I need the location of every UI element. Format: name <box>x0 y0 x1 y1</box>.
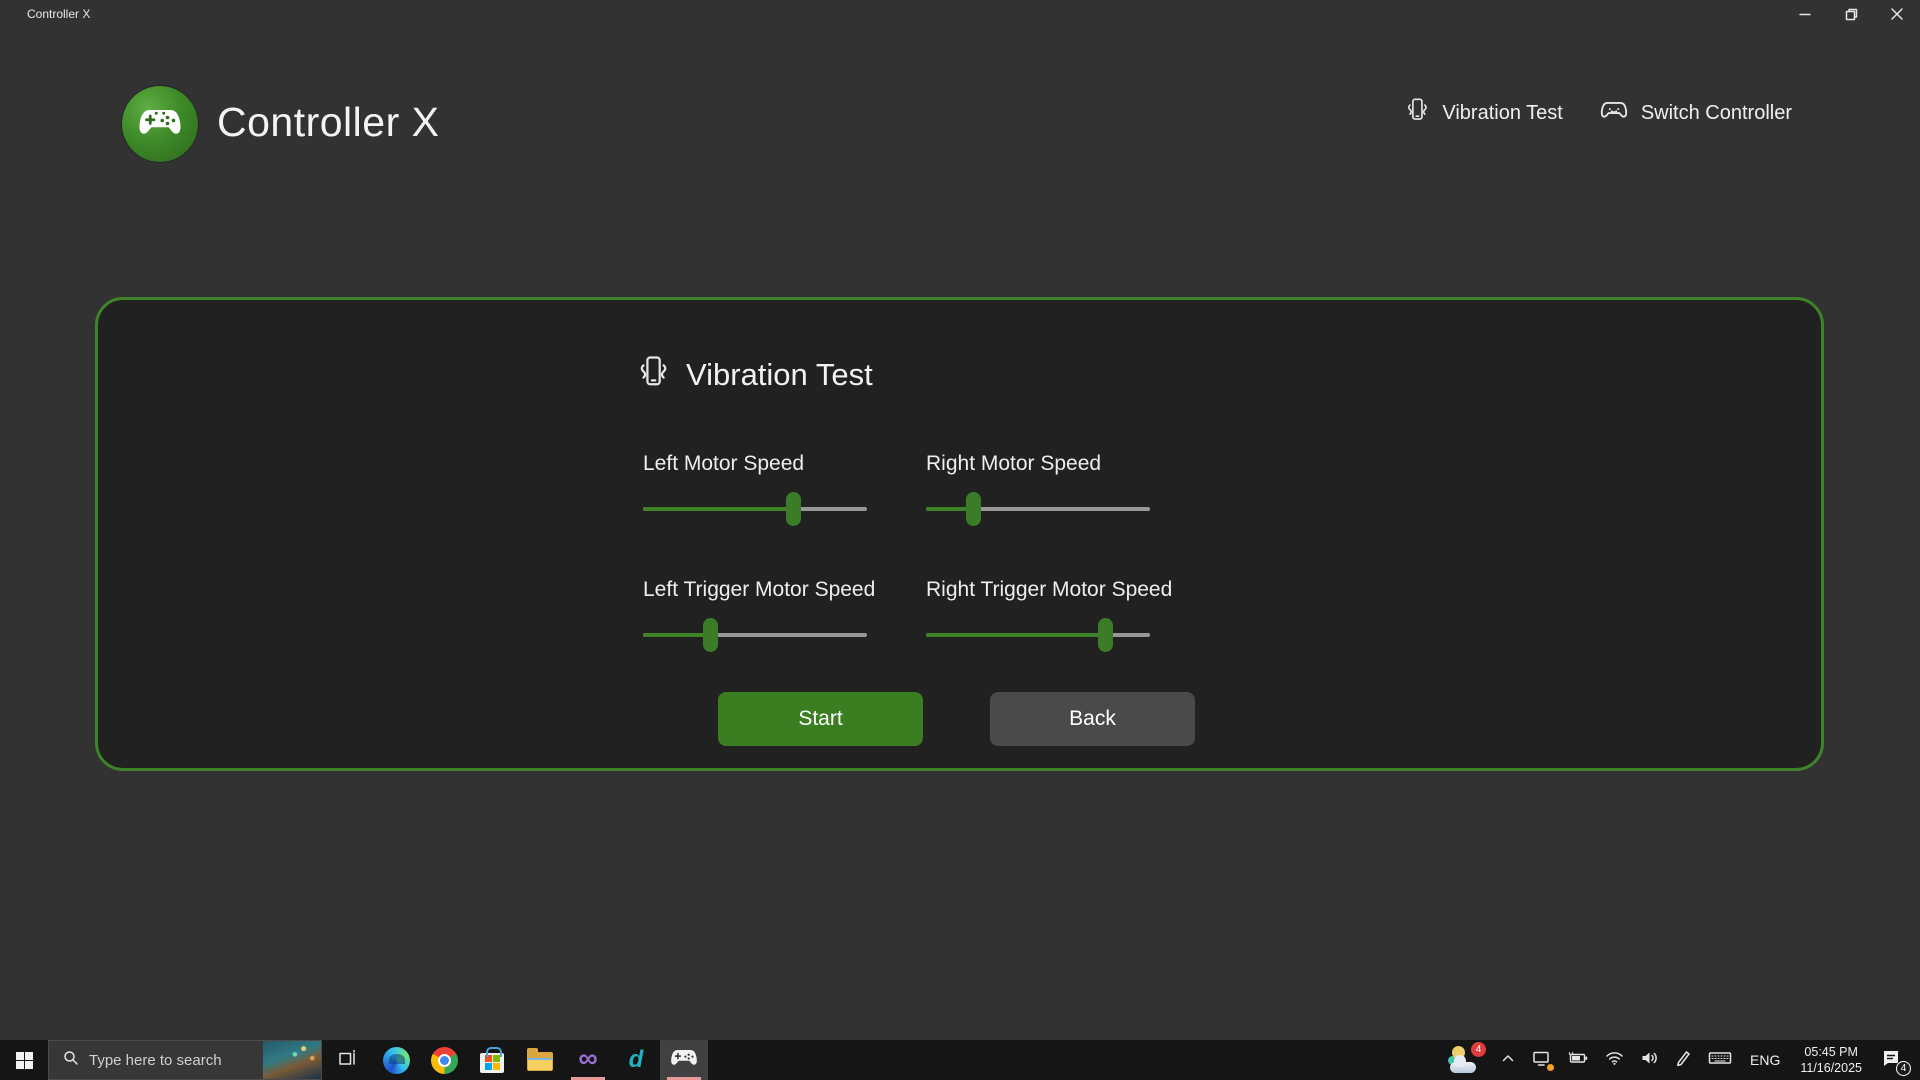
taskbar-app-edge[interactable] <box>372 1040 420 1080</box>
left-motor-speed-label: Left Motor Speed <box>643 452 943 476</box>
start-menu-button[interactable] <box>0 1040 48 1080</box>
app-window: Controller X Controller X <box>0 0 1920 1080</box>
pen-icon <box>1675 1049 1692 1071</box>
panel-heading: Vibration Test <box>636 353 873 396</box>
battery-charging-icon <box>1567 1050 1589 1071</box>
nav-label: Switch Controller <box>1641 102 1792 125</box>
phone-vibrate-icon <box>636 353 670 396</box>
tray-time: 05:45 PM <box>1800 1044 1862 1060</box>
right-trigger-motor-speed-label: Right Trigger Motor Speed <box>926 578 1226 602</box>
right-motor-speed-slider[interactable] <box>926 491 1150 527</box>
microsoft-store-icon <box>480 1053 504 1073</box>
system-tray: 4 <box>1442 1040 1920 1080</box>
close-icon <box>1891 8 1903 20</box>
start-button[interactable]: Start <box>718 692 923 746</box>
app-logo <box>122 86 198 162</box>
chrome-icon <box>431 1047 458 1074</box>
wifi-icon <box>1605 1050 1624 1071</box>
touch-keyboard-tray-button[interactable] <box>1700 1049 1740 1071</box>
vibration-test-panel: Vibration Test Left Motor Speed Right Mo… <box>95 297 1824 771</box>
keyboard-icon <box>1708 1049 1732 1071</box>
slider-thumb[interactable] <box>786 492 801 526</box>
show-hidden-icons-button[interactable] <box>1492 1051 1524 1070</box>
wifi-tray-button[interactable] <box>1597 1050 1632 1071</box>
speaker-icon <box>1640 1050 1659 1071</box>
taskbar-app-controller-x[interactable] <box>660 1040 708 1080</box>
nav-switch-controller[interactable]: Switch Controller <box>1599 100 1792 126</box>
slider-thumb[interactable] <box>703 618 718 652</box>
left-trigger-motor-speed-slider[interactable] <box>643 617 867 653</box>
weather-tray-button[interactable]: 4 <box>1442 1045 1492 1075</box>
page-title: Controller X <box>217 99 439 146</box>
action-center-button[interactable]: 4 <box>1872 1047 1914 1073</box>
display-icon <box>1532 1049 1551 1072</box>
back-button[interactable]: Back <box>990 692 1195 746</box>
language-indicator[interactable]: ENG <box>1740 1052 1790 1068</box>
minimize-icon <box>1799 8 1811 20</box>
taskbar-empty-area <box>708 1040 1442 1080</box>
notification-badge: 4 <box>1896 1061 1911 1076</box>
window-title: Controller X <box>27 7 90 21</box>
gamepad-logo-icon <box>136 106 184 143</box>
titlebar: Controller X <box>0 0 1920 28</box>
slider-fill <box>643 507 793 511</box>
visual-studio-icon: ∞ <box>578 1045 597 1072</box>
volume-tray-button[interactable] <box>1632 1050 1667 1071</box>
clock[interactable]: 05:45 PM 11/16/2025 <box>1790 1044 1872 1077</box>
display-tray-button[interactable] <box>1524 1049 1559 1072</box>
windows-logo-icon <box>16 1052 33 1069</box>
slider-thumb[interactable] <box>1098 618 1113 652</box>
restore-button[interactable] <box>1828 0 1874 28</box>
minimize-button[interactable] <box>1782 0 1828 28</box>
taskbar-app-visual-studio[interactable]: ∞ <box>564 1040 612 1080</box>
taskbar-search[interactable] <box>48 1040 322 1080</box>
close-button[interactable] <box>1874 0 1920 28</box>
search-input[interactable] <box>89 1052 239 1069</box>
left-trigger-motor-speed-label: Left Trigger Motor Speed <box>643 578 943 602</box>
slider-fill <box>643 633 710 637</box>
edge-icon <box>383 1047 410 1074</box>
right-motor-speed-label: Right Motor Speed <box>926 452 1226 476</box>
task-view-icon <box>338 1049 357 1072</box>
restore-icon <box>1845 8 1858 21</box>
search-icon <box>63 1050 79 1071</box>
chevron-up-icon <box>1500 1051 1516 1070</box>
nav-vibration-test[interactable]: Vibration Test <box>1404 96 1562 130</box>
panel-title: Vibration Test <box>686 357 873 393</box>
phone-vibrate-icon <box>1404 96 1430 130</box>
window-controls <box>1782 0 1920 28</box>
notification-icon: 4 <box>1880 1047 1906 1073</box>
windows-ink-tray-button[interactable] <box>1667 1049 1700 1071</box>
taskbar-app-chrome[interactable] <box>420 1040 468 1080</box>
right-trigger-motor-speed-slider[interactable] <box>926 617 1150 653</box>
gamepad-icon <box>1599 100 1629 126</box>
nav-label: Vibration Test <box>1442 102 1562 125</box>
weather-icon: 4 <box>1450 1045 1484 1075</box>
taskbar-app-dev-tool[interactable]: d <box>612 1040 660 1080</box>
task-view-button[interactable] <box>322 1040 372 1080</box>
taskbar-app-store[interactable] <box>468 1040 516 1080</box>
gamepad-icon <box>669 1048 699 1072</box>
weather-badge: 4 <box>1471 1042 1486 1057</box>
search-highlight-image[interactable] <box>263 1041 321 1079</box>
slider-fill <box>926 633 1105 637</box>
top-nav: Vibration Test Switch Controller <box>1404 96 1792 130</box>
dev-tool-icon: d <box>629 1048 644 1072</box>
taskbar-app-file-explorer[interactable] <box>516 1040 564 1080</box>
taskbar: ∞ d 4 <box>0 1040 1920 1080</box>
slider-thumb[interactable] <box>966 492 981 526</box>
left-motor-speed-slider[interactable] <box>643 491 867 527</box>
file-explorer-icon <box>527 1052 553 1071</box>
tray-date: 11/16/2025 <box>1800 1060 1862 1076</box>
battery-tray-button[interactable] <box>1559 1050 1597 1071</box>
